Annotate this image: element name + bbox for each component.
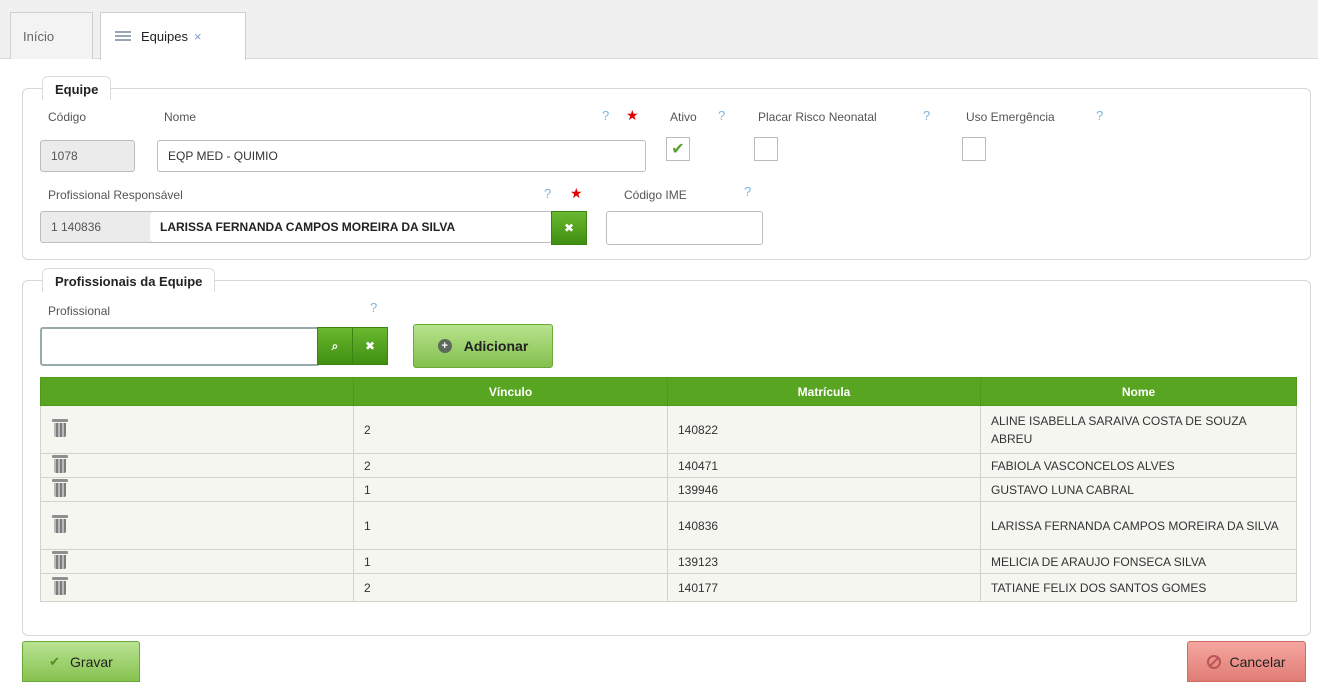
clear-prof-resp-button[interactable]: ✖ (551, 211, 587, 245)
cell-matricula: 139946 (667, 477, 981, 502)
cell-matricula: 140471 (667, 453, 981, 478)
cell-matricula: 139123 (667, 549, 981, 574)
placar-checkbox[interactable] (754, 137, 778, 161)
plus-circle-icon: + (437, 339, 452, 353)
tab-bar: Início Equipes × (0, 0, 1318, 60)
cell-vinculo: 2 (353, 453, 668, 478)
uso-emergencia-checkbox[interactable] (962, 137, 986, 161)
column-header-matricula: Matrícula (667, 377, 981, 406)
tab-inicio-label: Início (23, 28, 55, 44)
cell-vinculo: 2 (353, 405, 668, 454)
placar-help-icon[interactable]: ? (923, 108, 930, 123)
close-icon[interactable]: × (194, 29, 202, 44)
profissional-label: Profissional (48, 304, 111, 318)
nome-required-icon: ★ (626, 107, 639, 123)
clear-profissional-button[interactable]: ✖ (352, 327, 388, 365)
placar-label: Placar Risco Neonatal (758, 110, 877, 124)
column-header-actions (40, 377, 354, 406)
list-icon (115, 30, 133, 43)
table-row: 2 140471 FABIOLA VASCONCELOS ALVES (40, 453, 1297, 478)
add-button[interactable]: + Adicionar (413, 324, 553, 368)
trash-icon[interactable] (51, 550, 69, 570)
clear-icon: ✖ (364, 339, 376, 353)
cancel-button[interactable]: Cancelar (1187, 641, 1306, 682)
cell-nome: ALINE ISABELLA SARAIVA COSTA DE SOUZA AB… (980, 405, 1297, 454)
cell-matricula: 140836 (667, 501, 981, 550)
prof-resp-name-field[interactable]: LARISSA FERNANDA CAMPOS MOREIRA DA SILVA (150, 211, 552, 243)
tab-inicio[interactable]: Início (10, 12, 93, 59)
cell-vinculo: 2 (353, 573, 668, 602)
cell-vinculo: 1 (353, 477, 668, 502)
trash-icon[interactable] (51, 478, 69, 498)
cell-nome: MELICIA DE ARAUJO FONSECA SILVA (980, 549, 1297, 574)
profissional-search-input[interactable] (40, 327, 320, 366)
uso-emergencia-label: Uso Emergência (966, 110, 1055, 124)
table-row: 2 140822 ALINE ISABELLA SARAIVA COSTA DE… (40, 405, 1297, 454)
save-button[interactable]: ✔ Gravar (22, 641, 140, 682)
prof-resp-required-icon: ★ (570, 185, 583, 201)
trash-icon[interactable] (51, 514, 69, 534)
cell-matricula: 140822 (667, 405, 981, 454)
cell-vinculo: 1 (353, 549, 668, 574)
ativo-checkbox[interactable]: ✔ (666, 137, 690, 161)
tab-equipes-label: Equipes (141, 29, 188, 44)
trash-icon[interactable] (51, 576, 69, 596)
codigo-field: 1078 (40, 140, 135, 172)
trash-icon[interactable] (51, 418, 69, 438)
profissional-help-icon[interactable]: ? (370, 300, 377, 315)
search-profissional-button[interactable]: ⌕ (317, 327, 353, 365)
table-header-row: Vínculo Matrícula Nome (40, 377, 1297, 406)
nome-label: Nome (164, 110, 197, 124)
table-row: 2 140177 TATIANE FELIX DOS SANTOS GOMES (40, 573, 1297, 602)
column-header-vinculo: Vínculo (353, 377, 668, 406)
nome-field[interactable]: EQP MED - QUIMIO (157, 140, 646, 172)
codigo-ime-help-icon[interactable]: ? (744, 184, 751, 199)
profissionais-legend: Profissionais da Equipe (42, 268, 216, 292)
codigo-ime-label: Código IME (624, 188, 687, 202)
checkmark-icon: ✔ (671, 141, 685, 158)
codigo-label: Código (48, 110, 87, 124)
clear-icon: ✖ (563, 221, 575, 235)
prof-resp-code-field: 1 140836 (40, 211, 156, 243)
table-row: 1 139946 GUSTAVO LUNA CABRAL (40, 477, 1297, 502)
search-icon: ⌕ (331, 338, 339, 353)
cell-nome: FABIOLA VASCONCELOS ALVES (980, 453, 1297, 478)
uso-emergencia-help-icon[interactable]: ? (1096, 108, 1103, 123)
ativo-label: Ativo (670, 110, 697, 124)
ativo-help-icon[interactable]: ? (718, 108, 725, 123)
cell-vinculo: 1 (353, 501, 668, 550)
save-button-label: Gravar (70, 653, 113, 670)
trash-icon[interactable] (51, 454, 69, 474)
profissionais-table: Vínculo Matrícula Nome 2 140822 ALINE IS… (40, 377, 1297, 602)
cell-matricula: 140177 (667, 573, 981, 602)
codigo-ime-field[interactable] (606, 211, 763, 245)
add-button-label: Adicionar (463, 338, 529, 354)
equipe-legend: Equipe (42, 76, 112, 100)
cell-nome: GUSTAVO LUNA CABRAL (980, 477, 1297, 502)
prof-resp-help-icon[interactable]: ? (544, 186, 551, 201)
ban-icon (1207, 654, 1222, 669)
tab-equipes[interactable]: Equipes × (100, 12, 246, 60)
table-row: 1 140836 LARISSA FERNANDA CAMPOS MOREIRA… (40, 501, 1297, 550)
cell-nome: LARISSA FERNANDA CAMPOS MOREIRA DA SILVA (980, 501, 1297, 550)
check-icon: ✔ (49, 653, 61, 669)
column-header-nome: Nome (980, 377, 1297, 406)
nome-help-icon[interactable]: ? (602, 108, 609, 123)
table-row: 1 139123 MELICIA DE ARAUJO FONSECA SILVA (40, 549, 1297, 574)
cell-nome: TATIANE FELIX DOS SANTOS GOMES (980, 573, 1297, 602)
cancel-button-label: Cancelar (1229, 653, 1286, 670)
prof-resp-label: Profissional Responsável (48, 188, 183, 202)
